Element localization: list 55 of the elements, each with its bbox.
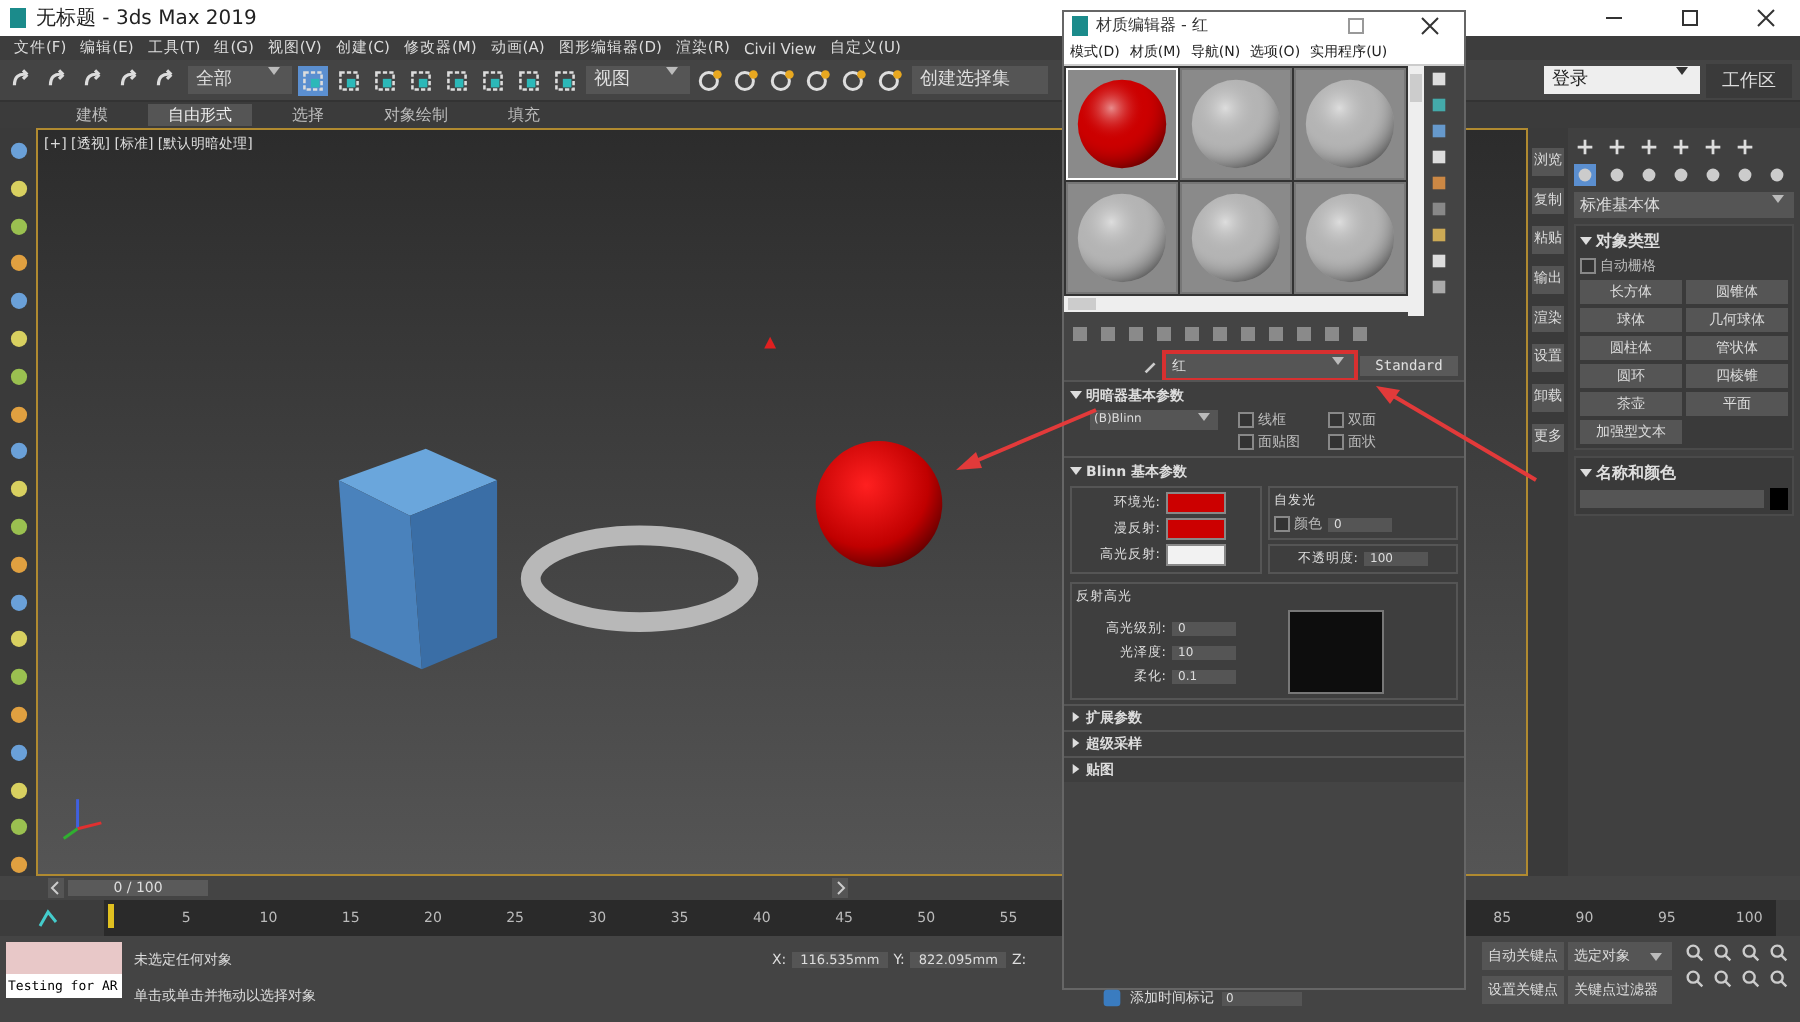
sign-in-dropdown[interactable]: 登录 [1544,66,1700,94]
sphere-drawing[interactable] [815,441,943,567]
expand-arrow-icon [1070,764,1082,774]
maximize-icon[interactable] [1680,8,1700,28]
scrollbar-thumb[interactable] [1410,74,1422,102]
color-swatch[interactable] [1770,488,1788,510]
window-title: 无标题 - 3ds Max 2019 [36,5,257,32]
select-icon[interactable] [298,65,328,95]
rollout-title[interactable]: 对象类型 [1580,230,1788,252]
color-swatch[interactable] [1166,518,1226,540]
caret-icon [1198,412,1210,422]
app-logo-icon [1070,13,1090,37]
next-frame-button[interactable] [832,878,848,898]
scrollbar-thumb[interactable] [1068,298,1096,310]
caret-icon [1676,66,1688,76]
caret-icon [1650,951,1662,961]
color-swatch[interactable] [1166,544,1226,566]
script-listener-field[interactable] [6,942,122,974]
caret-icon [268,66,280,76]
zoom-icon[interactable] [1684,942,1706,964]
caret-icon [666,66,678,76]
plus-icon[interactable] [1574,136,1596,158]
caret-icon [1580,468,1592,478]
name-field[interactable] [1580,490,1764,508]
selection-filter-dropdown[interactable]: 全部 [188,66,292,94]
window-title: 材质编辑器 - 红 [1096,14,1208,36]
caret-icon [1772,194,1784,204]
caret-icon [1070,466,1082,476]
ribbon-tab[interactable]: 对象绘制 [364,104,468,126]
category-dropdown[interactable]: 标准基本体 [1574,192,1794,218]
expand-arrow-icon [1070,738,1082,748]
close-icon[interactable] [1756,8,1776,28]
ribbon-tab[interactable]: 建模 [56,104,128,126]
box-drawing[interactable] [338,448,498,670]
caret-icon [1070,390,1082,400]
globe-icon[interactable] [7,741,29,764]
close-icon[interactable] [1420,15,1440,35]
expand-arrow-icon [1070,712,1082,722]
point-marker-icon [764,336,777,349]
axis-gizmo-icon [62,799,102,840]
caret-icon [1580,236,1592,246]
caret-icon [1332,356,1344,366]
named-selection-field[interactable]: 创建选择集 [912,66,1048,94]
color-swatch[interactable] [1166,492,1226,514]
torus-drawing[interactable] [520,525,759,632]
ribbon-tab[interactable]: 填充 [488,104,560,126]
previous-frame-button[interactable] [48,878,64,898]
ribbon-tab[interactable]: 选择 [272,104,344,126]
ribbon-tab[interactable]: 自由形式 [148,104,252,126]
eyedropper-icon[interactable] [1142,357,1160,375]
workspace-label: 工作区 [1706,63,1792,97]
highlight-curve-graph [1288,610,1384,694]
reference-coordinate-dropdown[interactable]: 视图 [586,66,690,94]
curve-editor-icon[interactable] [36,906,60,930]
app-logo-icon [8,6,28,30]
